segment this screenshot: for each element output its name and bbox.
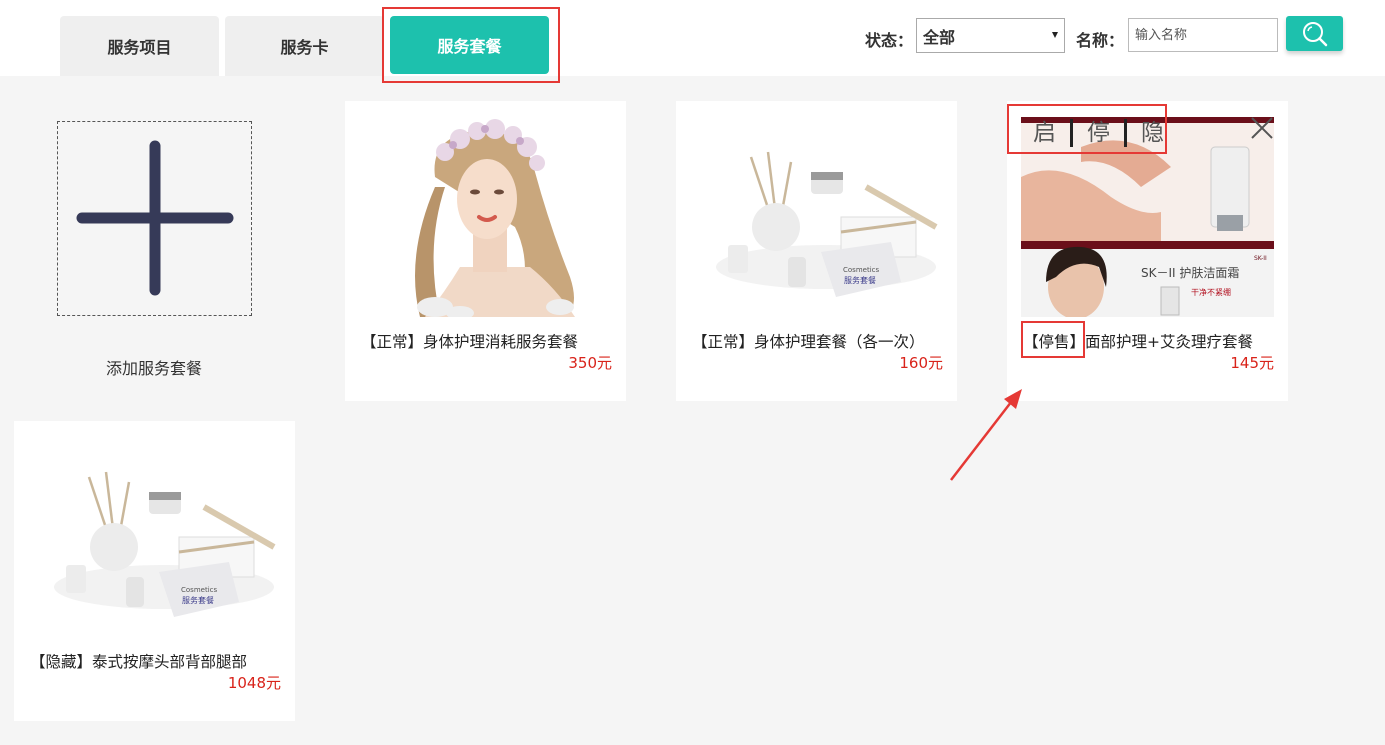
ad-brand: SK-II bbox=[1254, 255, 1267, 262]
tab-service-cards[interactable]: 服务卡 bbox=[225, 16, 384, 76]
cosmetics-card-big: 服务套餐 bbox=[844, 275, 876, 285]
add-package-button[interactable] bbox=[57, 121, 252, 316]
package-image-cosmetics: Cosmetics 服务套餐 bbox=[34, 437, 287, 637]
package-price: 160元 bbox=[899, 354, 943, 372]
package-title: 【隐藏】泰式按摩头部背部腿部 bbox=[30, 653, 248, 671]
tab-service-items[interactable]: 服务项目 bbox=[60, 16, 219, 76]
cosmetics-card-small: Cosmetics bbox=[181, 586, 217, 594]
stop-sale-button[interactable]: 停 bbox=[1073, 118, 1124, 148]
package-price: 1048元 bbox=[227, 674, 281, 692]
package-price: 145元 bbox=[1230, 354, 1274, 372]
card-action-toolbar: 启 停 隐 bbox=[1019, 116, 1239, 150]
package-card[interactable]: SK－II 护肤洁面霜 干净不紧绷 SK-II 启 停 隐 【停售】面部护理+艾… bbox=[1007, 101, 1288, 401]
name-search-input[interactable] bbox=[1128, 18, 1278, 52]
hide-button[interactable]: 隐 bbox=[1127, 118, 1178, 148]
package-status-tag: 【停售】 bbox=[1023, 333, 1086, 351]
package-title: 【正常】身体护理消耗服务套餐 bbox=[361, 333, 579, 351]
add-package-label: 添加服务套餐 bbox=[106, 359, 203, 378]
package-title-row: 【停售】面部护理+艾灸理疗套餐 bbox=[1023, 330, 1253, 352]
package-card[interactable]: Cosmetics 服务套餐 【正常】身体护理套餐（各一次） 160元 bbox=[676, 101, 957, 401]
top-bar: 服务项目 服务卡 服务套餐 状态： 全部 名称： bbox=[0, 0, 1385, 83]
package-image-woman bbox=[365, 117, 618, 317]
package-card[interactable]: 【正常】身体护理消耗服务套餐 350元 bbox=[345, 101, 626, 401]
status-select-value: 全部 bbox=[923, 27, 956, 47]
package-price: 350元 bbox=[568, 354, 612, 372]
package-title: 【正常】身体护理套餐（各一次） bbox=[692, 333, 925, 351]
search-icon bbox=[1302, 21, 1327, 46]
ad-tagline: 干净不紧绷 bbox=[1191, 287, 1231, 297]
status-label: 状态： bbox=[865, 31, 914, 50]
cosmetics-card-small: Cosmetics bbox=[843, 266, 879, 274]
annotation-arrow-icon bbox=[950, 389, 1022, 481]
package-card[interactable]: Cosmetics 服务套餐 【隐藏】泰式按摩头部背部腿部 1048元 bbox=[14, 421, 295, 721]
status-select[interactable]: 全部 bbox=[916, 18, 1065, 53]
enable-button[interactable]: 启 bbox=[1019, 118, 1070, 148]
search-button[interactable] bbox=[1286, 16, 1343, 51]
close-button[interactable] bbox=[1249, 115, 1275, 141]
tab-service-packages[interactable]: 服务套餐 bbox=[390, 16, 549, 74]
name-label: 名称： bbox=[1076, 31, 1125, 50]
chevron-down-icon bbox=[1052, 32, 1058, 38]
package-title: 面部护理+艾灸理疗套餐 bbox=[1085, 333, 1254, 351]
plus-icon bbox=[76, 140, 234, 296]
ad-headline: SK－II 护肤洁面霜 bbox=[1141, 265, 1239, 280]
package-image-cosmetics: Cosmetics 服务套餐 bbox=[696, 117, 949, 317]
cosmetics-card-big: 服务套餐 bbox=[182, 595, 214, 605]
close-icon bbox=[1251, 117, 1273, 139]
